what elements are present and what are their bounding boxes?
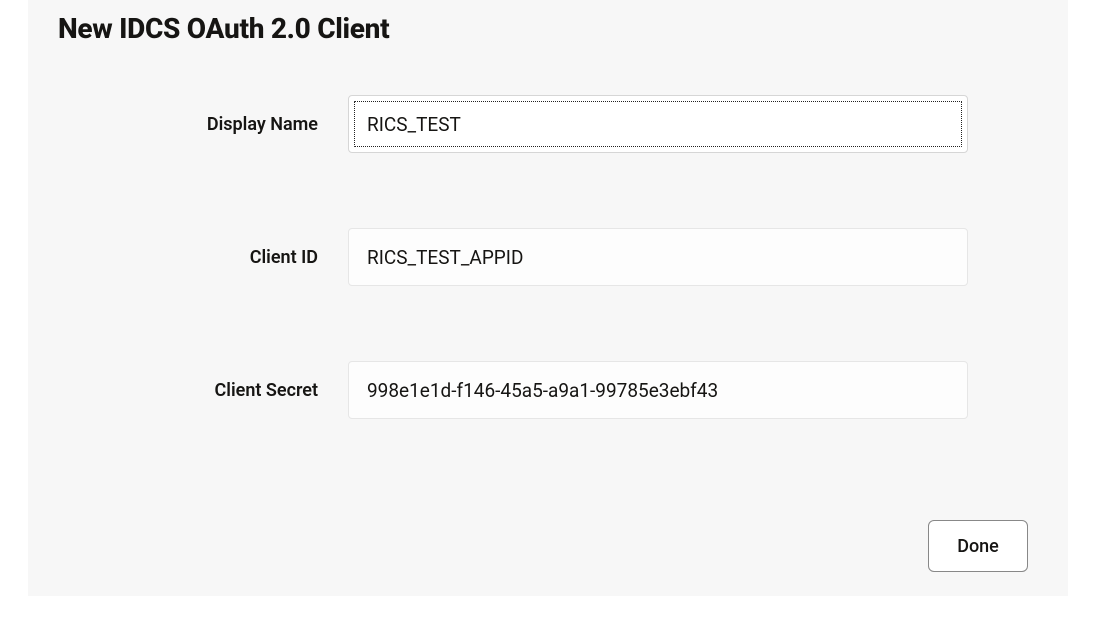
- client-id-row: Client ID RICS_TEST_APPID: [58, 228, 1038, 286]
- client-secret-value[interactable]: 998e1e1d-f146-45a5-a9a1-99785e3ebf43: [348, 361, 968, 419]
- client-id-label: Client ID: [58, 247, 348, 268]
- client-id-value[interactable]: RICS_TEST_APPID: [348, 228, 968, 286]
- display-name-label: Display Name: [58, 114, 348, 135]
- client-secret-row: Client Secret 998e1e1d-f146-45a5-a9a1-99…: [58, 361, 1038, 419]
- display-name-input-wrapper: [348, 95, 968, 153]
- done-button[interactable]: Done: [928, 520, 1028, 572]
- client-secret-label: Client Secret: [58, 380, 348, 401]
- dialog-button-row: Done: [928, 520, 1028, 572]
- display-name-input[interactable]: [348, 95, 968, 153]
- display-name-row: Display Name: [58, 95, 1038, 153]
- dialog-title: New IDCS OAuth 2.0 Client: [58, 12, 1038, 45]
- new-oauth-client-dialog: New IDCS OAuth 2.0 Client Display Name C…: [28, 0, 1068, 596]
